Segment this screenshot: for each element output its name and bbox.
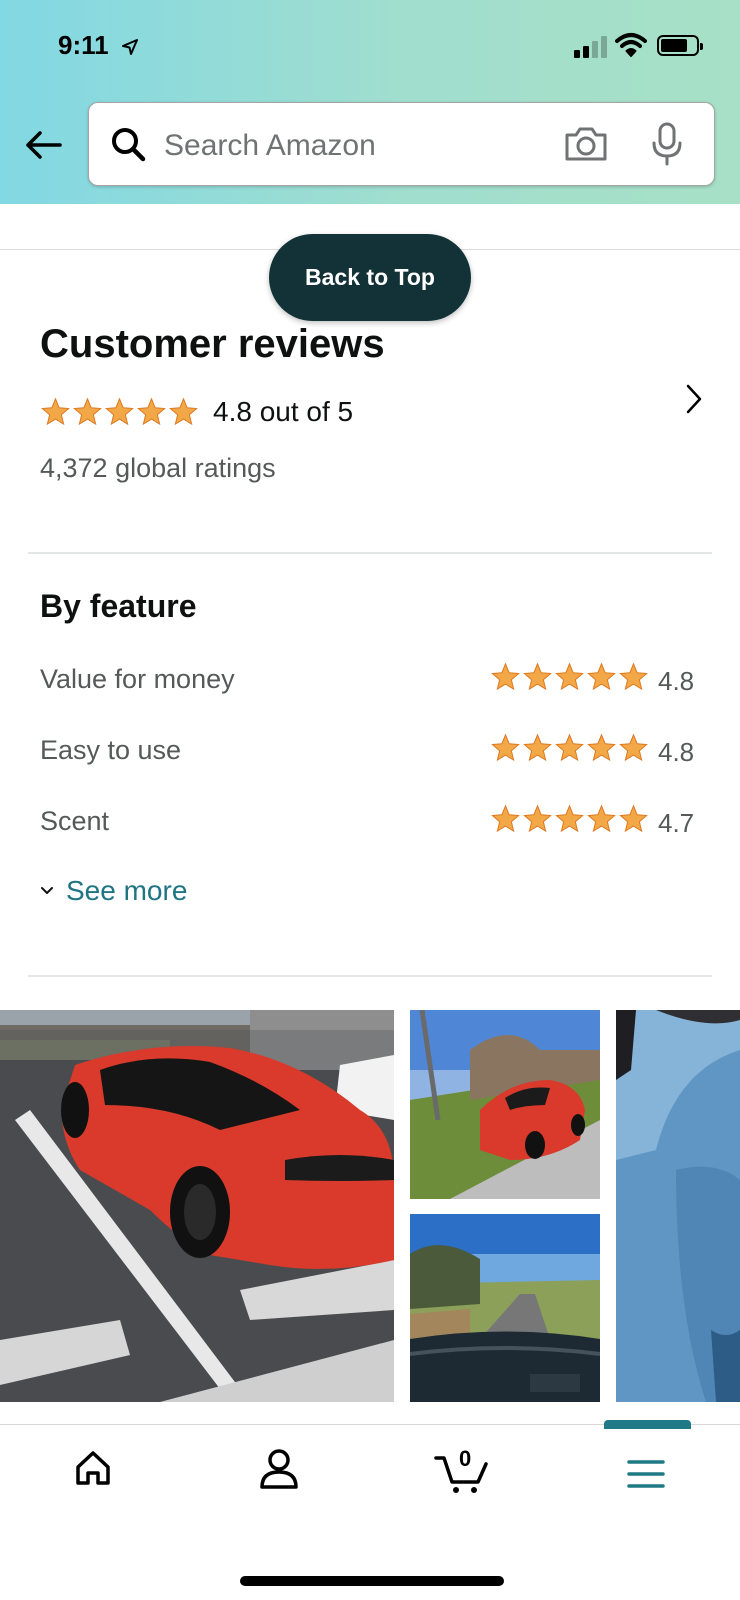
camera-icon[interactable] (563, 123, 609, 165)
divider (28, 552, 712, 554)
feature-name: Scent (40, 806, 110, 836)
star-icon (555, 662, 584, 691)
top-header: 9:11 Search Amazon (0, 0, 740, 204)
star-icon (587, 662, 616, 691)
cart-item-count: 0 (459, 1446, 472, 1471)
see-more-button[interactable]: See more (40, 875, 187, 907)
feature-star-rating (490, 662, 649, 692)
customer-photo-red-car-on-grass[interactable] (410, 1010, 600, 1199)
chevron-down-icon (41, 887, 53, 894)
location-arrow-icon (121, 39, 138, 56)
star-icon (619, 733, 648, 762)
global-ratings-count: 4,372 global ratings (40, 453, 276, 483)
customer-reviews-title: Customer reviews (40, 322, 385, 366)
star-icon (523, 804, 552, 833)
star-icon (523, 733, 552, 762)
search-placeholder: Search Amazon (164, 129, 376, 162)
wifi-icon (615, 33, 647, 57)
star-icon (491, 804, 520, 833)
star-icon (137, 397, 166, 426)
see-more-label: See more (66, 875, 188, 906)
status-time: 9:11 (58, 30, 140, 61)
star-rating (40, 397, 199, 427)
customer-photo-dashboard-road-view[interactable] (410, 1214, 600, 1402)
feature-value: 4.7 (658, 808, 695, 838)
divider (28, 975, 712, 977)
star-icon (41, 397, 70, 426)
feature-name: Value for money (40, 664, 235, 694)
chevron-right-icon[interactable] (683, 382, 705, 416)
battery-icon (657, 35, 703, 56)
star-icon (169, 397, 198, 426)
search-input[interactable]: Search Amazon (88, 102, 715, 186)
star-icon (619, 662, 648, 691)
home-indicator-bar (240, 1576, 504, 1586)
feature-row: Scent 4.7 (40, 802, 700, 842)
back-to-top-button[interactable]: Back to Top (269, 234, 471, 321)
menu-icon[interactable] (627, 1458, 665, 1490)
search-icon (112, 128, 146, 162)
customer-photo-blue-car-closeup[interactable] (616, 1010, 740, 1402)
star-icon (105, 397, 134, 426)
star-icon (587, 804, 616, 833)
star-icon (587, 733, 616, 762)
customer-photo-red-car-parking-lot[interactable] (0, 1010, 394, 1402)
feature-star-rating (490, 804, 649, 834)
home-icon[interactable] (73, 1448, 113, 1488)
feature-value: 4.8 (658, 666, 695, 696)
feature-star-rating (490, 733, 649, 763)
star-icon (73, 397, 102, 426)
star-icon (491, 662, 520, 691)
account-icon[interactable] (259, 1448, 299, 1490)
star-icon (555, 804, 584, 833)
feature-value: 4.8 (658, 737, 695, 767)
overall-rating[interactable]: 4.8 out of 5 (40, 396, 353, 428)
by-feature-title: By feature (40, 588, 197, 624)
microphone-icon[interactable] (649, 121, 685, 167)
star-icon (619, 804, 648, 833)
active-tab-indicator (604, 1420, 691, 1429)
feature-row: Easy to use 4.8 (40, 731, 700, 771)
star-icon (491, 733, 520, 762)
rating-text: 4.8 out of 5 (213, 396, 354, 427)
feature-name: Easy to use (40, 735, 182, 765)
cellular-signal-icon (574, 34, 607, 58)
star-icon (555, 733, 584, 762)
feature-row: Value for money 4.8 (40, 660, 700, 700)
star-icon (523, 662, 552, 691)
back-arrow-icon[interactable] (22, 124, 64, 166)
